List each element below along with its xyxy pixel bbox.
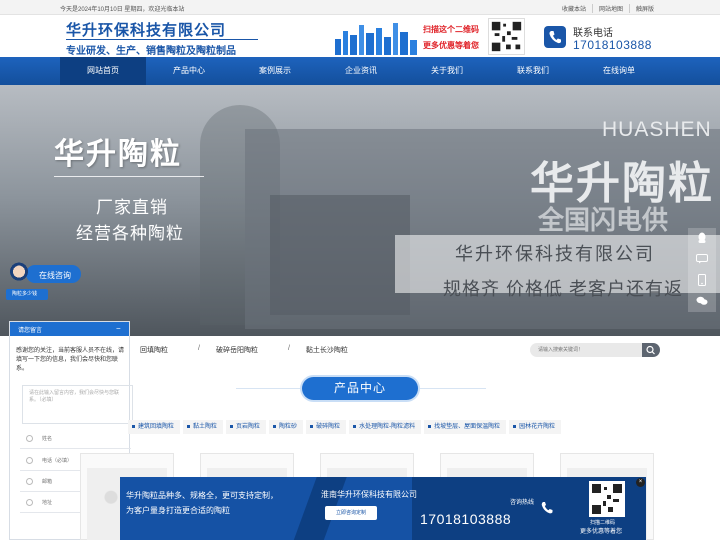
promo-company: 淮南华升环保科技有限公司 xyxy=(321,490,417,499)
qr-code-icon xyxy=(488,18,525,55)
wechat-icon[interactable] xyxy=(688,291,716,312)
qq-icon[interactable] xyxy=(688,228,716,249)
hero-banner[interactable]: 华升陶粒 厂家直销 经营各种陶粒 HUASHEN 华升陶粒 全国闪电供 华升环保… xyxy=(0,85,720,336)
close-icon[interactable]: × xyxy=(636,478,645,487)
phone-icon xyxy=(540,501,554,518)
banner-english: HUASHEN xyxy=(602,118,712,141)
nav-news[interactable]: 企业资讯 xyxy=(318,57,404,85)
banner-subtitle-2: 经营各种陶粒 xyxy=(76,224,184,243)
banner-gray-text: 全国闪电供 xyxy=(538,205,669,235)
nav-contact[interactable]: 联系我们 xyxy=(490,57,576,85)
company-name[interactable]: 华升环保科技有限公司 xyxy=(66,19,226,40)
section-title: 产品中心 xyxy=(302,377,418,400)
site-header: 华升环保科技有限公司 专业研发、生产、销售陶粒及陶粒制品 扫描这个二维码 更多优… xyxy=(0,15,720,57)
nav-products[interactable]: 产品中心 xyxy=(146,57,232,85)
phone-small-icon xyxy=(26,457,33,464)
qr-caption-1: 扫描二维码 xyxy=(590,520,616,526)
category-tab[interactable]: 水处理陶粒-陶粒滤料 xyxy=(349,420,422,434)
banner-company: 华升环保科技有限公司 xyxy=(455,244,655,264)
consult-quick-question[interactable]: 陶粒多少钱 xyxy=(6,289,48,300)
top-links: 收藏本站 网站地图 触屏版 xyxy=(556,4,660,13)
scan-offer-text: 更多优惠等着您 xyxy=(423,41,479,50)
tag-item[interactable]: 黏土长沙陶粒 xyxy=(306,345,348,355)
hotline-number: 17018103888 xyxy=(420,511,512,527)
user-icon xyxy=(26,435,33,442)
right-toolbar xyxy=(688,228,716,312)
chat-offline-message: 感谢您的关注，当前客服人员不在线，请填写一下您的信息，我们会尽快和您联系。 xyxy=(16,348,125,372)
mobile-site-link[interactable]: 触屏版 xyxy=(628,4,660,13)
location-icon xyxy=(26,499,33,506)
search-input[interactable] xyxy=(538,346,638,354)
tag-item[interactable]: 破碎岳阳陶粒 xyxy=(216,345,258,355)
consult-custom-button[interactable]: 立即咨询定制 xyxy=(325,506,377,520)
sitemap-link[interactable]: 网站地图 xyxy=(591,4,629,13)
search-box xyxy=(530,343,660,357)
online-consult-label: 在线咨询 xyxy=(39,271,71,280)
promo-bar: 华升陶粒品种多、规格全，更可支持定制， 为客户量身打造更合适的陶粒 淮南华升环保… xyxy=(120,477,646,540)
category-tab[interactable]: 找坡垫层、屋面保温陶粒 xyxy=(424,420,507,434)
email-icon xyxy=(26,478,33,485)
nav-about[interactable]: 关于我们 xyxy=(404,57,490,85)
mobile-icon[interactable] xyxy=(688,270,716,291)
name-field[interactable] xyxy=(20,429,131,449)
qr-caption-2: 更多优惠等着您 xyxy=(580,529,623,535)
main-nav: 网站首页 产品中心 案例展示 企业资讯 关于我们 联系我们 在线询单 xyxy=(0,57,720,85)
chat-title: 请您留言 xyxy=(18,328,43,334)
scan-qr-text: 扫描这个二维码 xyxy=(423,25,479,34)
phone-label: 联系电话 xyxy=(573,28,613,39)
chat-header: 请您留言 − xyxy=(10,322,129,336)
category-tab[interactable]: 页岩陶粒 xyxy=(226,420,267,434)
nav-cases[interactable]: 案例展示 xyxy=(232,57,318,85)
message-textarea[interactable]: 请在此输入留言内容，我们会尽快与您联系。（必填） xyxy=(22,385,133,424)
nav-inquiry[interactable]: 在线询单 xyxy=(576,57,662,85)
minimize-icon[interactable]: − xyxy=(116,324,121,333)
phone-number: 17018103888 xyxy=(573,38,652,52)
promo-line-1: 华升陶粒品种多、规格全，更可支持定制， xyxy=(126,491,278,500)
category-tabs: 建筑回填陶粒 黏土陶粒 页岩陶粒 陶粒砂 破碎陶粒 水处理陶粒-陶粒滤料 找坡垫… xyxy=(128,420,598,434)
bookmark-link[interactable]: 收藏本站 xyxy=(556,4,592,13)
banner-title: 华升陶粒 xyxy=(54,138,182,171)
online-consult-button[interactable]: 在线咨询 xyxy=(6,262,81,286)
banner-slogan: 规格齐 价格低 老客户还有返 xyxy=(443,279,684,299)
phone-icon xyxy=(544,26,566,48)
nav-home[interactable]: 网站首页 xyxy=(60,57,146,85)
category-tab[interactable]: 园林花卉陶粒 xyxy=(509,420,562,434)
category-tab[interactable]: 破碎陶粒 xyxy=(306,420,347,434)
category-tab[interactable]: 陶粒砂 xyxy=(269,420,304,434)
promo-line-2: 为客户量身打造更合适的陶粒 xyxy=(126,506,230,515)
category-tab[interactable]: 建筑回填陶粒 xyxy=(128,420,181,434)
hotline-label: 咨询热线 xyxy=(510,500,535,506)
agent-avatar xyxy=(6,262,32,286)
top-bar: 今天是2024年10月10日 星期四，欢迎光临本站 收藏本站 网站地图 触屏版 xyxy=(0,0,720,15)
city-skyline-icon xyxy=(335,23,417,55)
search-icon xyxy=(646,345,655,355)
tag-item[interactable]: 回填陶粒 xyxy=(140,345,168,355)
company-slogan: 专业研发、生产、销售陶粒及陶粒制品 xyxy=(66,46,236,57)
name-input[interactable] xyxy=(42,433,127,445)
qr-code-icon xyxy=(589,481,625,517)
hot-tags: 回填陶粒 / 破碎岳阳陶粒 / 黏土长沙陶粒 xyxy=(140,345,348,355)
greeting-text: 今天是2024年10月10日 星期四，欢迎光临本站 xyxy=(60,7,185,13)
search-button[interactable] xyxy=(642,343,660,357)
banner-divider xyxy=(54,176,204,177)
banner-subtitle-1: 厂家直销 xyxy=(96,198,168,217)
logo-divider xyxy=(66,39,258,40)
message-icon[interactable] xyxy=(688,249,716,270)
category-tab[interactable]: 黏土陶粒 xyxy=(183,420,224,434)
